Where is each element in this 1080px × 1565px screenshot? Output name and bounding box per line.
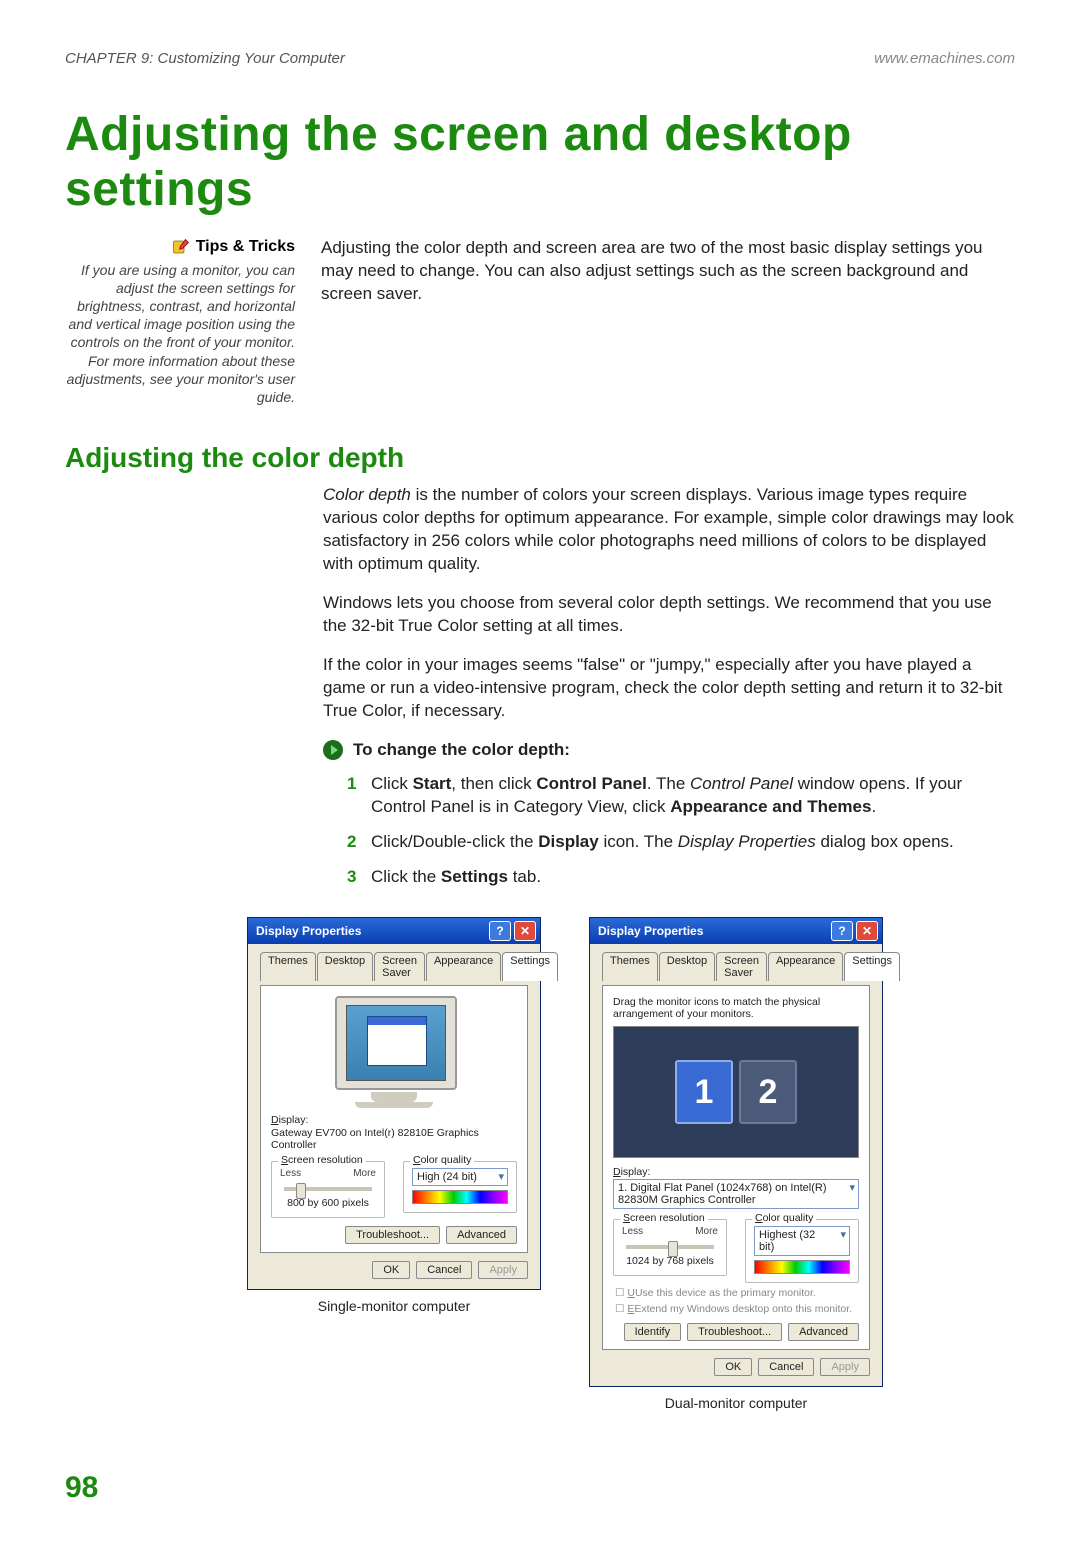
step-2: 2Click/Double-click the Display icon. Th… [347, 831, 1015, 854]
apply-button[interactable]: Apply [820, 1358, 870, 1376]
tab-desktop[interactable]: Desktop [317, 952, 373, 981]
color-preview [754, 1260, 850, 1274]
play-icon [323, 740, 343, 760]
tab-strip: Themes Desktop Screen Saver Appearance S… [260, 952, 528, 981]
close-button[interactable]: ✕ [856, 921, 878, 941]
display-label: Display: [613, 1166, 859, 1178]
tab-screensaver[interactable]: Screen Saver [374, 952, 425, 981]
caption-dual: Dual-monitor computer [589, 1395, 883, 1411]
page-number: 98 [65, 1471, 1015, 1505]
extend-desktop-checkbox[interactable]: ☐ EExtend my Windows desktop onto this m… [615, 1303, 859, 1315]
display-name: Gateway EV700 on Intel(r) 82810E Graphic… [271, 1127, 517, 1151]
tab-settings[interactable]: Settings [844, 952, 900, 981]
procedure-heading: To change the color depth: [323, 739, 1015, 762]
tab-desktop[interactable]: Desktop [659, 952, 715, 981]
tab-screensaver[interactable]: Screen Saver [716, 952, 767, 981]
tab-themes[interactable]: Themes [602, 952, 658, 981]
screen-resolution-group: Screen resolution LessMore 800 by 600 pi… [271, 1161, 385, 1218]
color-quality-group: Color quality High (24 bit) [403, 1161, 517, 1213]
resolution-slider[interactable] [626, 1245, 714, 1249]
tips-body: If you are using a monitor, you can adju… [67, 262, 295, 405]
monitor-2-icon[interactable]: 2 [739, 1060, 797, 1124]
para-1: Color depth is the number of colors your… [323, 484, 1015, 576]
para-3: If the color in your images seems "false… [323, 654, 1015, 723]
color-quality-select[interactable]: Highest (32 bit) [754, 1226, 850, 1256]
tab-settings[interactable]: Settings [502, 952, 558, 981]
identify-button[interactable]: Identify [624, 1323, 681, 1341]
ok-button[interactable]: OK [372, 1261, 410, 1279]
resolution-slider[interactable] [284, 1187, 372, 1191]
tips-icon [172, 238, 190, 256]
tab-themes[interactable]: Themes [260, 952, 316, 981]
subheading: Adjusting the color depth [65, 442, 1015, 474]
display-select[interactable]: 1. Digital Flat Panel (1024x768) on Inte… [613, 1179, 859, 1209]
para-2: Windows lets you choose from several col… [323, 592, 1015, 638]
cancel-button[interactable]: Cancel [758, 1358, 814, 1376]
page-title: Adjusting the screen and desktop setting… [65, 107, 1015, 217]
display-properties-dialog-single: Display Properties ? ✕ Themes Desktop Sc… [247, 917, 541, 1290]
url-link[interactable]: www.emachines.com [874, 50, 1015, 67]
advanced-button[interactable]: Advanced [788, 1323, 859, 1341]
troubleshoot-button[interactable]: Troubleshoot... [687, 1323, 782, 1341]
step-3: 3Click the Settings tab. [347, 866, 1015, 889]
help-button[interactable]: ? [831, 921, 853, 941]
monitor-preview [335, 996, 453, 1108]
step-1: 1Click Start, then click Control Panel. … [347, 773, 1015, 819]
help-button[interactable]: ? [489, 921, 511, 941]
tab-appearance[interactable]: Appearance [768, 952, 843, 981]
caption-single: Single-monitor computer [247, 1298, 541, 1314]
close-button[interactable]: ✕ [514, 921, 536, 941]
cancel-button[interactable]: Cancel [416, 1261, 472, 1279]
color-quality-select[interactable]: High (24 bit) [412, 1168, 508, 1186]
monitor-arrangement[interactable]: 1 2 [613, 1026, 859, 1158]
intro-paragraph: Adjusting the color depth and screen are… [321, 237, 1015, 406]
monitor-1-icon[interactable]: 1 [675, 1060, 733, 1124]
primary-monitor-checkbox[interactable]: ☐ UUse this device as the primary monito… [615, 1287, 859, 1299]
tab-appearance[interactable]: Appearance [426, 952, 501, 981]
ok-button[interactable]: OK [714, 1358, 752, 1376]
arrangement-hint: Drag the monitor icons to match the phys… [613, 996, 859, 1020]
display-properties-dialog-dual: Display Properties ? ✕ Themes Desktop Sc… [589, 917, 883, 1387]
chapter-label: CHAPTER 9: Customizing Your Computer [65, 50, 345, 67]
display-label: Display: [271, 1114, 517, 1126]
tips-heading: Tips & Tricks [172, 237, 295, 258]
troubleshoot-button[interactable]: Troubleshoot... [345, 1226, 440, 1244]
apply-button[interactable]: Apply [478, 1261, 528, 1279]
advanced-button[interactable]: Advanced [446, 1226, 517, 1244]
color-preview [412, 1190, 508, 1204]
